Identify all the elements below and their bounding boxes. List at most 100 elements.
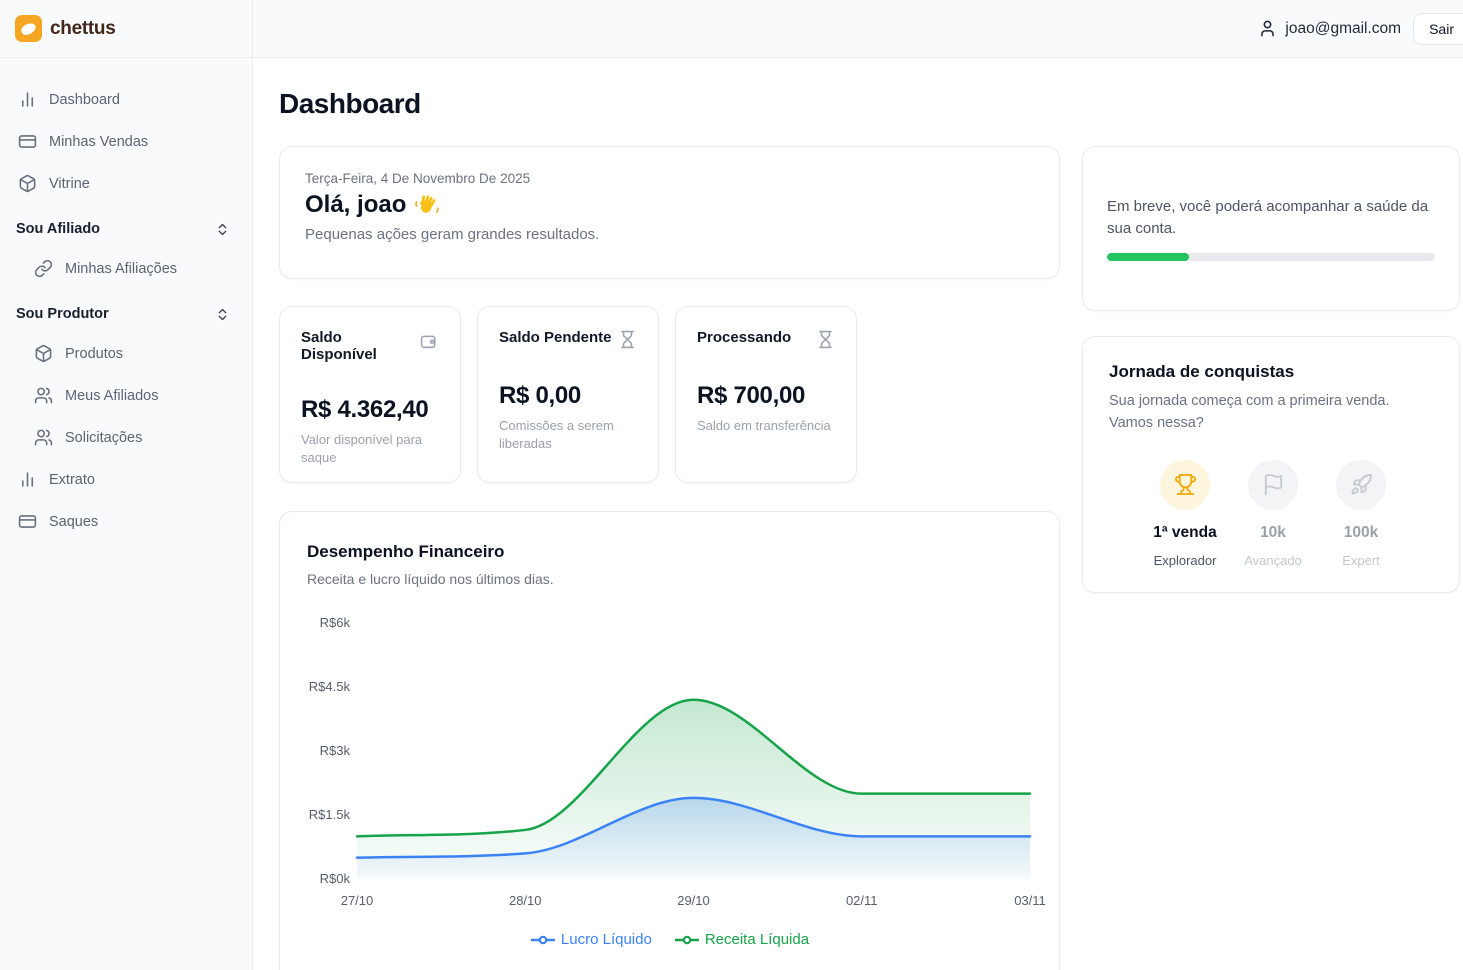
health-message: Em breve, você poderá acompanhar a saúde… (1107, 196, 1435, 240)
sidebar-item-produtos[interactable]: Produtos (22, 334, 242, 373)
stat-title: Saldo Pendente (499, 329, 612, 346)
sidebar-item-saques[interactable]: Saques (6, 502, 242, 541)
achievement-label: Explorador (1154, 553, 1217, 568)
legend-item: Receita Líquida (674, 931, 809, 948)
package-icon (34, 344, 53, 363)
legend-marker-icon (674, 934, 700, 946)
health-progress-fill (1107, 253, 1189, 261)
hourglass-icon (618, 330, 637, 349)
svg-text:27/10: 27/10 (341, 893, 374, 908)
sidebar-item-label: Extrato (49, 472, 95, 488)
achievement-value: 1ª venda (1153, 524, 1216, 542)
journey-card: Jornada de conquistas Sua jornada começa… (1082, 336, 1460, 593)
main-area: joao@gmail.com Sair Dashboard Terça-Feir… (253, 0, 1463, 970)
sidebar-item-solicitacoes[interactable]: Solicitações (22, 418, 242, 457)
sidebar-item-dashboard[interactable]: Dashboard (6, 80, 242, 119)
sidebar-section-label: Sou Afiliado (16, 221, 100, 237)
sidebar-item-minhas-vendas[interactable]: Minhas Vendas (6, 122, 242, 161)
users-icon (34, 386, 53, 405)
bar-chart-icon (18, 90, 37, 109)
page-content: Dashboard Terça-Feira, 4 De Novembro De … (253, 58, 1463, 970)
achievement-first-sale: 1ª venda Explorador (1141, 460, 1229, 568)
stat-value: R$ 0,00 (499, 382, 637, 410)
sidebar-item-meus-afiliados[interactable]: Meus Afiliados (22, 376, 242, 415)
sidebar-item-minhas-afiliacoes[interactable]: Minhas Afiliações (22, 249, 242, 288)
credit-card-icon (18, 512, 37, 531)
stat-card-processando: Processando R$ 700,00 Saldo em transferê… (675, 306, 857, 483)
stat-card-saldo-pendente: Saldo Pendente R$ 0,00 Comissões a serem… (477, 306, 659, 483)
user-icon (1258, 19, 1277, 38)
brand-logo[interactable]: chettus (0, 0, 252, 58)
wallet-icon (420, 330, 439, 349)
sidebar-item-label: Minhas Vendas (49, 134, 148, 150)
package-icon (18, 174, 37, 193)
waving-hand-icon (414, 193, 439, 218)
sidebar-section-label: Sou Produtor (16, 306, 109, 322)
achievement-value: 10k (1260, 524, 1286, 542)
achievement-label: Expert (1342, 553, 1380, 568)
greeting-date: Terça-Feira, 4 De Novembro De 2025 (305, 171, 1034, 186)
sidebar-item-label: Produtos (65, 346, 123, 362)
greeting-subtitle: Pequenas ações geram grandes resultados. (305, 226, 1034, 243)
legend-marker-icon (530, 934, 556, 946)
health-progress-bar (1107, 253, 1435, 261)
stat-description: Saldo em transferência (697, 417, 835, 435)
svg-text:R$4.5k: R$4.5k (309, 679, 351, 694)
chevrons-up-down-icon (215, 307, 230, 322)
link-icon (34, 259, 53, 278)
chevrons-up-down-icon (215, 222, 230, 237)
svg-text:03/11: 03/11 (1014, 893, 1046, 908)
account-health-card: Em breve, você poderá acompanhar a saúde… (1082, 146, 1460, 311)
logout-button[interactable]: Sair (1413, 13, 1463, 45)
sidebar-section-sou-produtor[interactable]: Sou Produtor (6, 294, 242, 334)
stat-card-saldo-disponivel: Saldo Disponível R$ 4.362,40 Valor dispo… (279, 306, 461, 483)
sidebar-item-label: Solicitações (65, 430, 142, 446)
greeting-title: Olá, joao (305, 191, 406, 219)
achievements-row: 1ª venda Explorador 10k Avançado 100k Ex… (1109, 460, 1433, 568)
sidebar-item-label: Saques (49, 514, 98, 530)
stat-value: R$ 700,00 (697, 382, 835, 410)
chart-title: Desempenho Financeiro (307, 542, 1032, 562)
svg-text:R$6k: R$6k (320, 615, 351, 630)
brand-name: chettus (50, 18, 115, 40)
flag-icon (1262, 473, 1285, 496)
page-title: Dashboard (279, 88, 1460, 120)
sidebar: chettus Dashboard Minhas Vendas Vitrine … (0, 0, 253, 970)
stat-description: Valor disponível para saque (301, 431, 439, 466)
stat-title: Saldo Disponível (301, 329, 420, 363)
legend-item: Lucro Líquido (530, 931, 652, 948)
achievement-value: 100k (1344, 524, 1378, 542)
bar-chart-icon (18, 470, 37, 489)
chart-legend: Lucro Líquido Receita Líquida (280, 931, 1059, 948)
svg-text:29/10: 29/10 (677, 893, 710, 908)
sidebar-item-vitrine[interactable]: Vitrine (6, 164, 242, 203)
user-menu[interactable]: joao@gmail.com (1258, 19, 1401, 38)
achievement-100k: 100k Expert (1317, 460, 1405, 568)
journey-subtitle: Sua jornada começa com a primeira venda.… (1109, 391, 1433, 435)
sidebar-item-label: Meus Afiliados (65, 388, 159, 404)
hourglass-icon (816, 330, 835, 349)
stat-description: Comissões a serem liberadas (499, 417, 637, 452)
legend-label: Receita Líquida (705, 931, 809, 948)
rocket-icon (1350, 473, 1373, 496)
sidebar-section-sou-afiliado[interactable]: Sou Afiliado (6, 209, 242, 249)
greeting-card: Terça-Feira, 4 De Novembro De 2025 Olá, … (279, 146, 1060, 279)
svg-text:R$1.5k: R$1.5k (309, 807, 351, 822)
stat-value: R$ 4.362,40 (301, 396, 439, 424)
trophy-icon (1174, 473, 1197, 496)
user-email: joao@gmail.com (1285, 20, 1401, 38)
stats-row: Saldo Disponível R$ 4.362,40 Valor dispo… (279, 306, 1060, 483)
stat-title: Processando (697, 329, 791, 346)
financial-chart-card: Desempenho Financeiro Receita e lucro lí… (279, 511, 1060, 970)
svg-text:R$0k: R$0k (320, 871, 351, 886)
sidebar-item-label: Dashboard (49, 92, 120, 108)
topbar: joao@gmail.com Sair (253, 0, 1463, 58)
sidebar-item-extrato[interactable]: Extrato (6, 460, 242, 499)
chart-subtitle: Receita e lucro líquido nos últimos dias… (307, 571, 1032, 587)
sidebar-item-label: Minhas Afiliações (65, 261, 177, 277)
legend-label: Lucro Líquido (561, 931, 652, 948)
area-chart: R$6kR$4.5kR$3kR$1.5kR$0k27/1028/1029/100… (280, 601, 1059, 919)
users-icon (34, 428, 53, 447)
journey-title: Jornada de conquistas (1109, 362, 1433, 382)
svg-text:28/10: 28/10 (509, 893, 542, 908)
